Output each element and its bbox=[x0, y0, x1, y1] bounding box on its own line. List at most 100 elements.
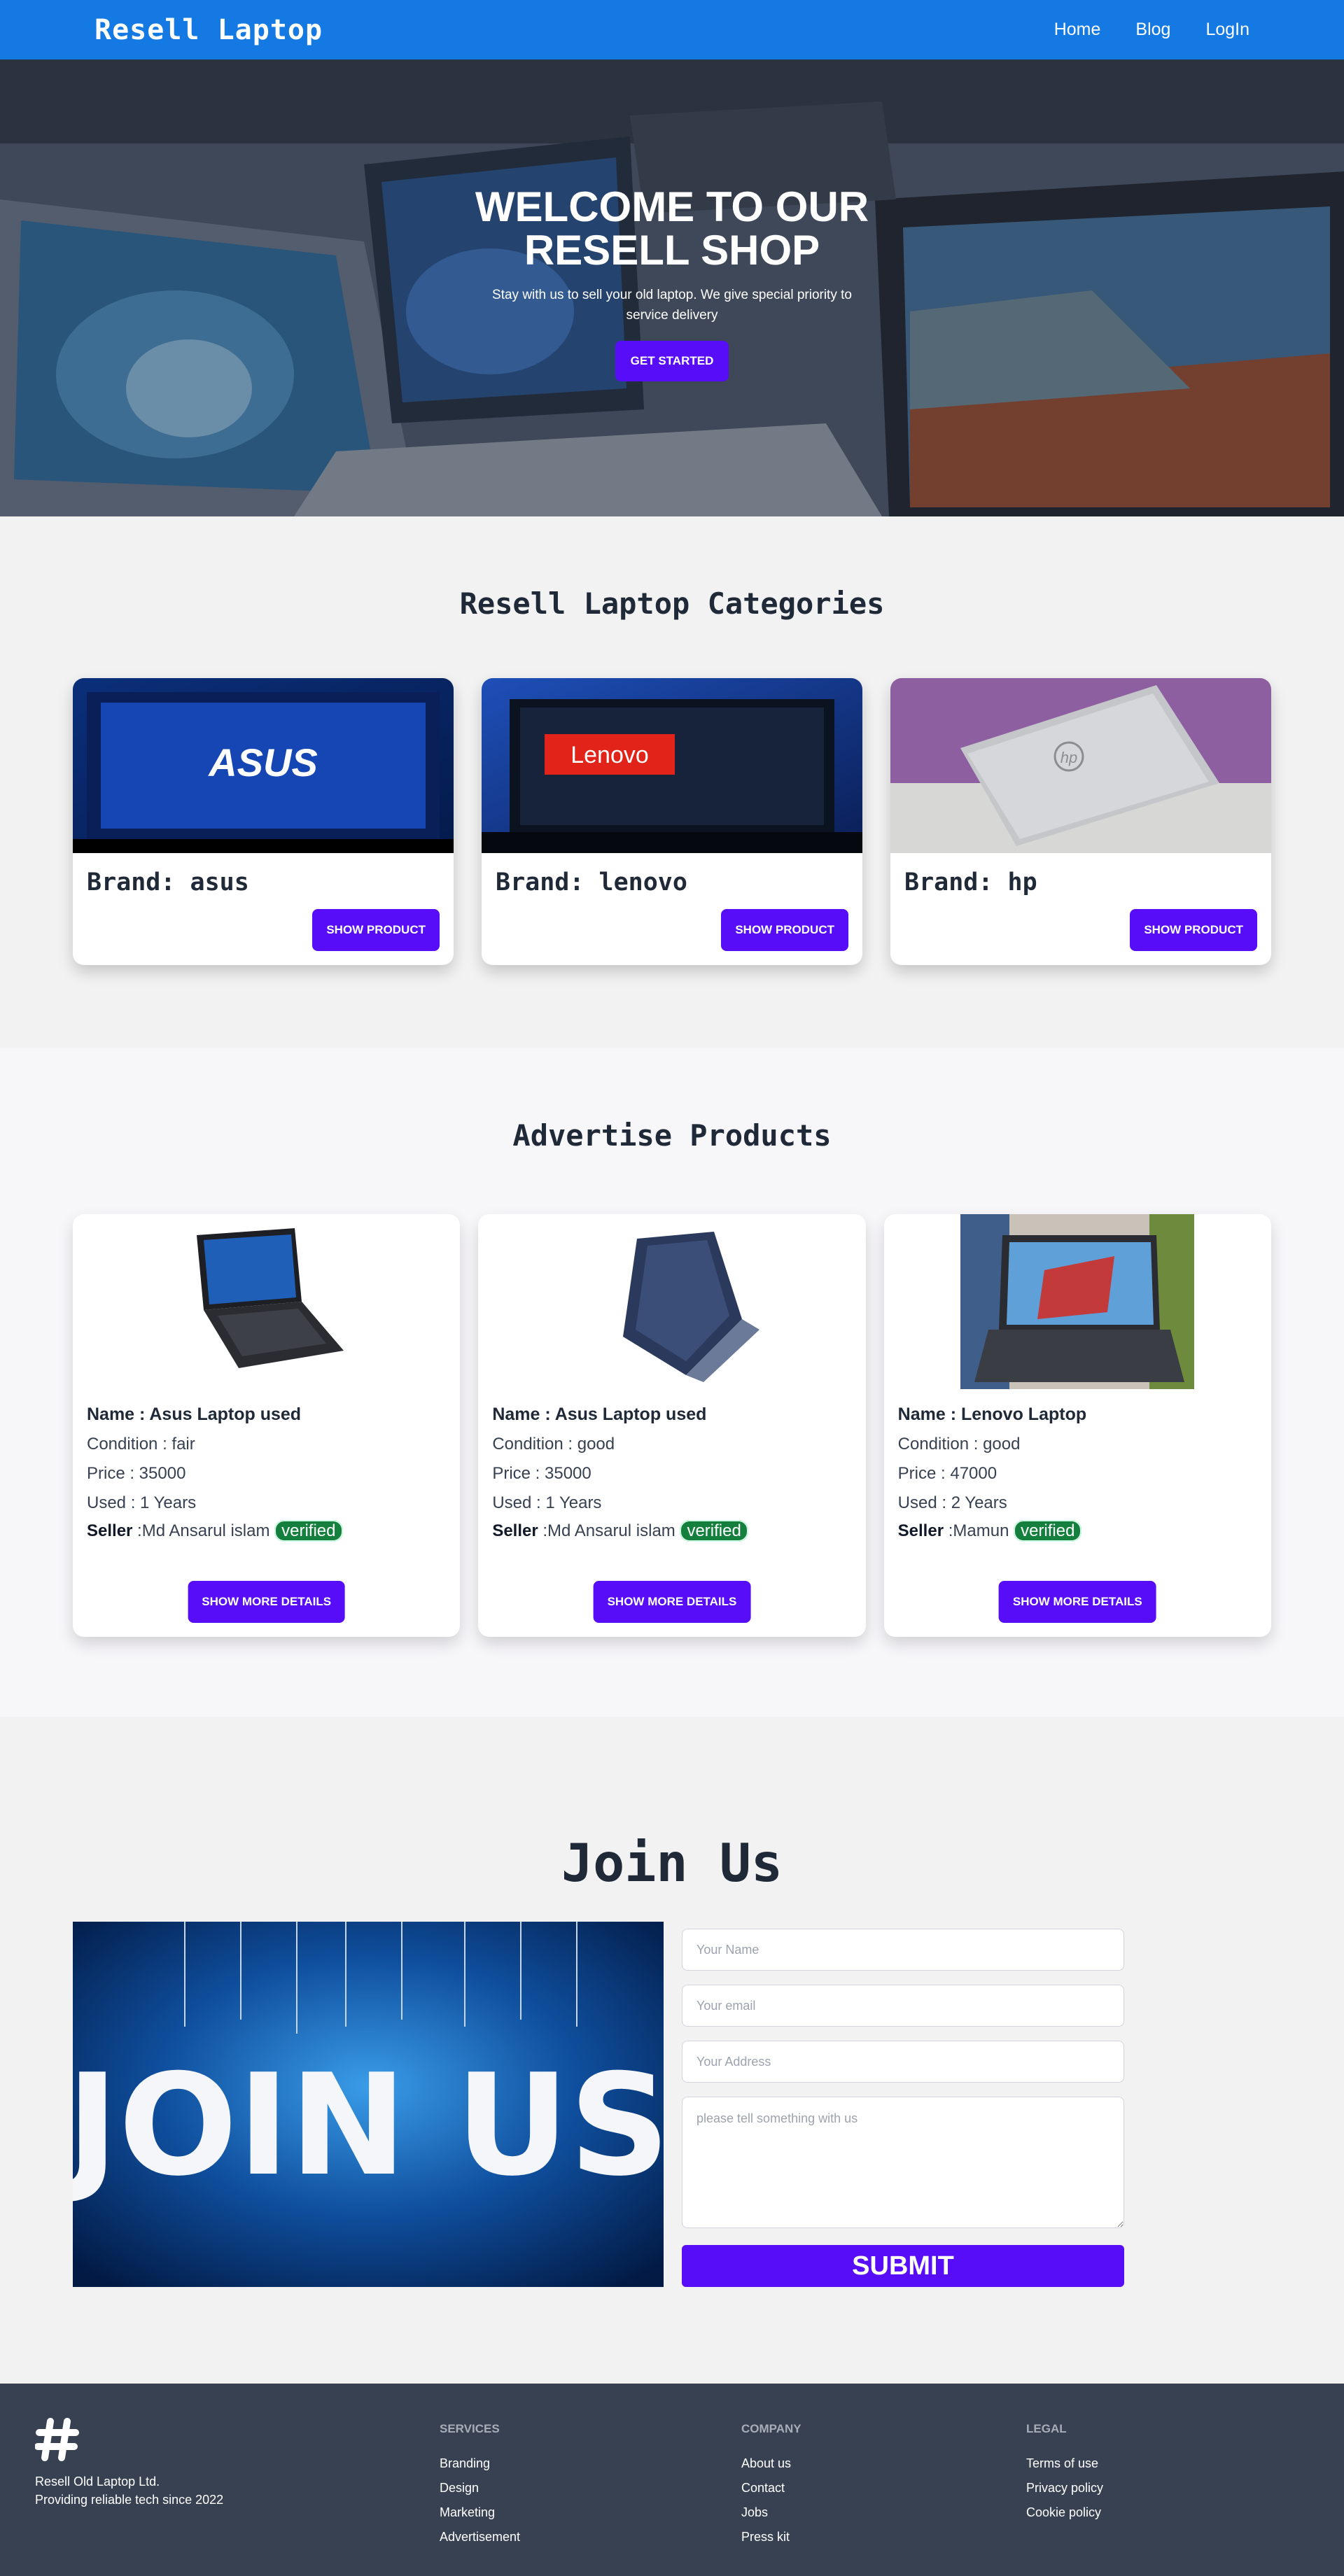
footer-company-info: Resell Old Laptop Ltd. Providing reliabl… bbox=[35, 2472, 223, 2509]
footer-legal-column: LEGAL Terms of use Privacy policy Cookie… bbox=[1026, 2422, 1103, 2525]
join-us-banner-image: JOIN US bbox=[73, 1922, 664, 2287]
asus-black-laptop-image bbox=[196, 1228, 344, 1368]
footer-link-terms[interactable]: Terms of use bbox=[1026, 2451, 1103, 2476]
join-us-section: Join Us JOIN US Your Name Your email You… bbox=[0, 1717, 1344, 2384]
hero-subtitle: Stay with us to sell your old laptop. We… bbox=[492, 288, 852, 323]
footer-link-cookie[interactable]: Cookie policy bbox=[1026, 2500, 1103, 2525]
join-us-title: Join Us bbox=[561, 1832, 783, 1894]
product-name: Name : Asus Laptop used bbox=[492, 1405, 707, 1424]
hero-banner: WELCOME TO OUR RESELL SHOP Stay with us … bbox=[0, 59, 1344, 516]
footer-link-contact[interactable]: Contact bbox=[741, 2476, 802, 2500]
categories-section: Resell Laptop Categories ASUS Brand: asu… bbox=[0, 516, 1344, 1048]
footer-link-press-kit[interactable]: Press kit bbox=[741, 2525, 802, 2549]
seller-label: Seller bbox=[897, 1521, 944, 1540]
verified-badge: verified bbox=[274, 1520, 343, 1542]
seller-name: :Md Ansarul islam bbox=[538, 1521, 680, 1540]
product-price: Price : 35000 bbox=[492, 1464, 592, 1483]
hp-laptop-image: hp bbox=[890, 678, 1271, 853]
join-us-form: SUBMIT bbox=[682, 1922, 1124, 2287]
product-condition: Condition : good bbox=[492, 1435, 615, 1454]
show-more-details-button[interactable]: SHOW MORE DETAILS bbox=[188, 1581, 346, 1623]
show-product-button[interactable]: SHOW PRODUCT bbox=[1130, 909, 1257, 951]
footer-column-title: LEGAL bbox=[1026, 2422, 1067, 2435]
show-more-details-button[interactable]: SHOW MORE DETAILS bbox=[593, 1581, 751, 1623]
seller-name: :Mamun bbox=[944, 1521, 1014, 1540]
lenovo-laptop-image: Lenovo bbox=[482, 678, 862, 853]
seller-label: Seller bbox=[87, 1521, 133, 1540]
categories-grid: ASUS Brand: asus SHOW PRODUCT Lenovo Bra… bbox=[0, 678, 1344, 965]
product-seller: Seller :Mamun verified bbox=[897, 1520, 1257, 1542]
seller-label: Seller bbox=[492, 1521, 538, 1540]
submit-button[interactable]: SUBMIT bbox=[682, 2245, 1124, 2287]
product-seller: Seller :Md Ansarul islam verified bbox=[492, 1520, 851, 1542]
footer-link-jobs[interactable]: Jobs bbox=[741, 2500, 802, 2525]
category-card-hp: hp Brand: hp SHOW PRODUCT bbox=[890, 678, 1271, 965]
verified-badge: verified bbox=[1014, 1520, 1082, 1542]
footer-link-design[interactable]: Design bbox=[440, 2476, 520, 2500]
lenovo-category-image: Lenovo bbox=[482, 678, 862, 853]
product-condition: Condition : good bbox=[897, 1435, 1021, 1454]
footer-column-title: COMPANY bbox=[741, 2422, 802, 2435]
product-card: Name : Asus Laptop used Condition : fair… bbox=[73, 1214, 461, 1637]
footer-column-title: SERVICES bbox=[440, 2422, 500, 2435]
category-brand-label: Brand: hp bbox=[904, 868, 1037, 896]
brand-logo[interactable]: Resell Laptop bbox=[94, 14, 323, 46]
show-product-button[interactable]: SHOW PRODUCT bbox=[721, 909, 848, 951]
name-input[interactable] bbox=[682, 1929, 1124, 1971]
message-textarea[interactable] bbox=[682, 2097, 1124, 2228]
nav-links: Home Blog LogIn bbox=[1054, 20, 1250, 40]
product-card: Name : Lenovo Laptop Condition : good Pr… bbox=[883, 1214, 1271, 1637]
product-price: Price : 35000 bbox=[87, 1464, 186, 1483]
nav-login-link[interactable]: LogIn bbox=[1205, 20, 1250, 40]
product-image bbox=[87, 1214, 446, 1389]
product-used: Used : 1 Years bbox=[87, 1493, 197, 1512]
lenovo-logo-text: Lenovo bbox=[570, 742, 649, 768]
hero-title: WELCOME TO OUR RESELL SHOP bbox=[475, 183, 869, 274]
nav-home-link[interactable]: Home bbox=[1054, 20, 1101, 40]
product-used: Used : 1 Years bbox=[492, 1493, 602, 1512]
hp-category-image: hp bbox=[890, 678, 1271, 853]
join-us-image: JOIN US bbox=[73, 1922, 664, 2287]
address-input[interactable] bbox=[682, 2041, 1124, 2083]
asus-logo-text: ASUS bbox=[207, 740, 318, 784]
asus-zenbook-laptop-image bbox=[622, 1232, 760, 1382]
category-brand-label: Brand: lenovo bbox=[496, 868, 687, 896]
advertise-title: Advertise Products bbox=[512, 1118, 832, 1153]
footer-link-marketing[interactable]: Marketing bbox=[440, 2500, 520, 2525]
product-seller: Seller :Md Ansarul islam verified bbox=[87, 1520, 446, 1542]
product-used: Used : 2 Years bbox=[897, 1493, 1007, 1512]
category-card-lenovo: Lenovo Brand: lenovo SHOW PRODUCT bbox=[482, 678, 862, 965]
footer: Resell Old Laptop Ltd. Providing reliabl… bbox=[0, 2384, 1344, 2576]
product-card: Name : Asus Laptop used Condition : good… bbox=[478, 1214, 866, 1637]
hero-content: WELCOME TO OUR RESELL SHOP Stay with us … bbox=[0, 185, 1344, 381]
category-brand-label: Brand: asus bbox=[87, 868, 249, 896]
join-us-row: JOIN US SUBMIT bbox=[0, 1922, 1344, 2287]
categories-title: Resell Laptop Categories bbox=[459, 586, 885, 621]
nav-blog-link[interactable]: Blog bbox=[1135, 20, 1170, 40]
asus-category-image: ASUS bbox=[73, 678, 454, 853]
footer-link-privacy[interactable]: Privacy policy bbox=[1026, 2476, 1103, 2500]
join-us-image-text: JOIN US bbox=[73, 2044, 664, 2207]
seller-name: :Md Ansarul islam bbox=[132, 1521, 275, 1540]
show-more-details-button[interactable]: SHOW MORE DETAILS bbox=[998, 1581, 1156, 1623]
get-started-button[interactable]: GET STARTED bbox=[615, 341, 729, 381]
advertise-section: Advertise Products Name : Asus Laptop us… bbox=[0, 1048, 1344, 1717]
advertise-grid: Name : Asus Laptop used Condition : fair… bbox=[0, 1214, 1344, 1637]
footer-link-about[interactable]: About us bbox=[741, 2451, 802, 2476]
verified-badge: verified bbox=[680, 1520, 748, 1542]
product-image bbox=[898, 1214, 1257, 1389]
footer-tagline: Providing reliable tech since 2022 bbox=[35, 2493, 224, 2507]
show-product-button[interactable]: SHOW PRODUCT bbox=[312, 909, 440, 951]
product-price: Price : 47000 bbox=[897, 1464, 997, 1483]
footer-company-name: Resell Old Laptop Ltd. bbox=[35, 2475, 160, 2489]
product-condition: Condition : fair bbox=[87, 1435, 195, 1454]
hp-logo-text: hp bbox=[1060, 749, 1077, 766]
product-image bbox=[492, 1214, 851, 1389]
category-card-asus: ASUS Brand: asus SHOW PRODUCT bbox=[73, 678, 454, 965]
footer-link-advertisement[interactable]: Advertisement bbox=[440, 2525, 520, 2549]
email-input[interactable] bbox=[682, 1985, 1124, 2027]
footer-company-column: COMPANY About us Contact Jobs Press kit bbox=[741, 2422, 802, 2549]
asus-laptop-image: ASUS bbox=[73, 678, 454, 853]
footer-link-branding[interactable]: Branding bbox=[440, 2451, 520, 2476]
footer-services-column: SERVICES Branding Design Marketing Adver… bbox=[440, 2422, 520, 2549]
